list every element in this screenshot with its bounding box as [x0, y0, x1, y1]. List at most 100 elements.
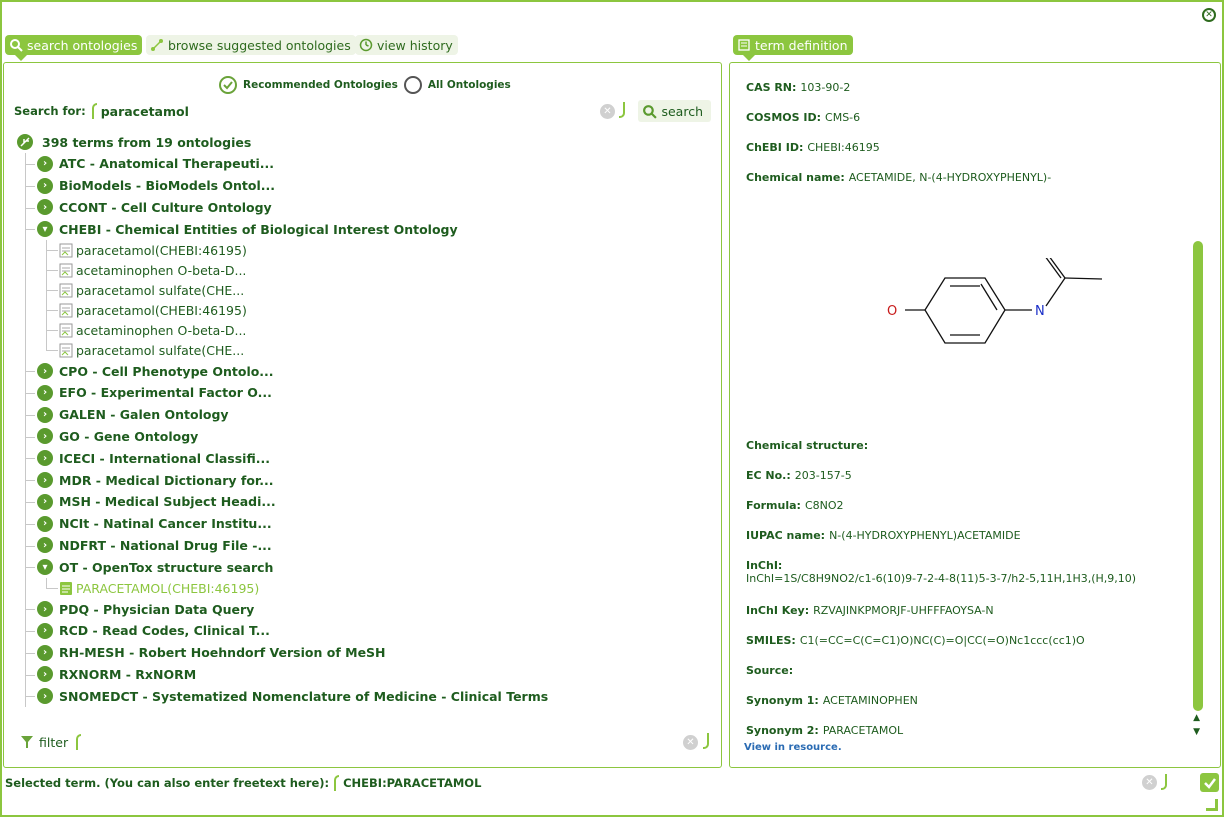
search-input[interactable] — [100, 103, 581, 119]
expand-icon[interactable]: › — [37, 601, 53, 618]
expand-icon[interactable]: › — [37, 450, 53, 467]
view-in-resource-link[interactable]: View in resource. — [744, 742, 842, 753]
scrollbar-thumb[interactable] — [1193, 241, 1203, 711]
clear-filter-icon[interactable]: ✕ — [683, 735, 698, 750]
expand-icon[interactable]: › — [37, 199, 53, 216]
radio-recommended[interactable] — [219, 76, 237, 94]
term-document-icon — [59, 283, 73, 298]
definition-field: IUPAC name: N-(4-HYDROXYPHENYL)ACETAMIDE — [746, 529, 1021, 542]
tree-leaf-label: paracetamol sulfate(CHE... — [76, 282, 245, 298]
expand-icon[interactable]: › — [37, 644, 53, 661]
clear-search-icon[interactable]: ✕ — [600, 104, 615, 119]
tree-node[interactable]: › PDQ - Physician Data Query — [14, 598, 714, 620]
tree-node[interactable]: › CCONT - Cell Culture Ontology — [14, 197, 714, 219]
input-bracket-open — [76, 734, 82, 750]
selected-term-input[interactable] — [343, 776, 1044, 790]
tree-node[interactable]: › NDFRT - National Drug File -... — [14, 535, 714, 557]
tree-node[interactable]: › GALEN - Galen Ontology — [14, 404, 714, 426]
tab-browse-suggested[interactable]: browse suggested ontologies — [146, 35, 356, 55]
tree-node-label: MDR - Medical Dictionary for... — [59, 472, 274, 488]
collapse-icon[interactable]: ▾ — [37, 559, 53, 576]
tree-node-label: GO - Gene Ontology — [59, 428, 199, 444]
close-button[interactable]: ✕ — [1202, 8, 1216, 22]
tab-view-history[interactable]: view history — [355, 35, 458, 55]
tree-node[interactable]: › RXNORM - RxNORM — [14, 664, 714, 686]
definition-field: Chemical name: ACETAMIDE, N-(4-HYDROXYPHE… — [746, 171, 1051, 184]
definition-field: Source: — [746, 664, 797, 677]
filter-input[interactable] — [85, 734, 646, 750]
ontology-branch-icon — [17, 134, 33, 150]
tree-node-label: EFO - Experimental Factor O... — [59, 385, 272, 401]
term-document-icon — [59, 323, 73, 338]
tree-node[interactable]: › MDR - Medical Dictionary for... — [14, 469, 714, 491]
tree-node[interactable]: › NCIt - Natinal Cancer Institu... — [14, 513, 714, 535]
resize-handle[interactable] — [1206, 799, 1218, 811]
expand-icon[interactable]: › — [37, 177, 53, 194]
tree-node[interactable]: › CPO - Cell Phenotype Ontolo... — [14, 360, 714, 382]
tree-node[interactable]: › ICECI - International Classifi... — [14, 447, 714, 469]
tree-leaf-term[interactable]: acetaminophen O-beta-D... — [14, 320, 714, 340]
expand-icon[interactable]: › — [37, 406, 53, 423]
expand-icon[interactable]: › — [37, 537, 53, 554]
search-row: Search for: ✕ search — [14, 100, 711, 122]
tree-node[interactable]: › MSH - Medical Subject Headi... — [14, 491, 714, 513]
selected-term-row: Selected term. (You can also enter freet… — [5, 772, 1180, 794]
expand-icon[interactable]: › — [37, 384, 53, 401]
definition-field: SMILES: C1(=CC=C(C=C1)O)NC(C)=O|CC(=O)Nc1… — [746, 634, 1085, 647]
term-document-icon — [59, 303, 73, 318]
definition-field: COSMOS ID: CMS-6 — [746, 111, 860, 124]
definition-field-key: InChI: — [746, 559, 783, 572]
expand-icon[interactable]: › — [37, 666, 53, 683]
tree-leaf-term[interactable]: PARACETAMOL(CHEBI:46195) — [14, 578, 714, 598]
tab-search-ontologies[interactable]: search ontologies — [5, 35, 143, 61]
definition-field-key: Chemical structure: — [746, 439, 869, 452]
tree-node[interactable]: › SNOMEDCT - Systematized Nomenclature of… — [14, 685, 714, 707]
definition-field: Synonym 2: PARACETAMOL — [746, 724, 903, 737]
tree-node-label: MSH - Medical Subject Headi... — [59, 494, 276, 510]
filter-icon — [21, 736, 33, 748]
tree-node[interactable]: ▾ CHEBI - Chemical Entities of Biological… — [14, 218, 714, 240]
tree-leaf-term[interactable]: paracetamol(CHEBI:46195) — [14, 240, 714, 260]
tree-leaf-label: paracetamol(CHEBI:46195) — [76, 242, 247, 258]
definition-field: InChI Key: RZVAJINKPMORJF-UHFFFAOYSA-N — [746, 604, 994, 617]
expand-icon[interactable]: › — [37, 428, 53, 445]
tree-node[interactable]: › GO - Gene Ontology — [14, 426, 714, 448]
expand-icon[interactable]: › — [37, 622, 53, 639]
tree-node[interactable]: › BioModels - BioModels Ontol... — [14, 175, 714, 197]
tab-label: view history — [377, 37, 453, 53]
magnifier-icon — [643, 104, 658, 119]
expand-icon[interactable]: › — [37, 472, 53, 489]
tree-node-list: › ATC - Anatomical Therapeuti... › BioModel… — [14, 153, 714, 707]
tree-node-label: NCIt - Natinal Cancer Institu... — [59, 516, 272, 532]
expand-icon[interactable]: › — [37, 363, 53, 380]
tree-node-label: OT - OpenTox structure search — [59, 559, 274, 575]
clear-selected-term-icon[interactable]: ✕ — [1142, 775, 1157, 790]
tab-term-definition[interactable]: term definition — [733, 35, 853, 61]
expand-icon[interactable]: › — [37, 493, 53, 510]
scroll-down-arrow-icon[interactable]: ▼ — [1193, 727, 1200, 737]
expand-icon[interactable]: › — [37, 688, 53, 705]
tree-leaf-term[interactable]: paracetamol sulfate(CHE... — [14, 340, 714, 360]
definition-field-key: Synonym 1: — [746, 694, 819, 707]
expand-icon[interactable]: › — [37, 515, 53, 532]
tree-node[interactable]: › ATC - Anatomical Therapeuti... — [14, 153, 714, 175]
scroll-up-arrow-icon[interactable]: ▲ — [1193, 713, 1200, 723]
expand-icon[interactable]: › — [37, 155, 53, 172]
tree-leaf-term[interactable]: paracetamol sulfate(CHE... — [14, 280, 714, 300]
radio-all[interactable] — [403, 76, 422, 94]
definition-field-key: ChEBI ID: — [746, 141, 804, 154]
tree-node[interactable]: › RH-MESH - Robert Hoehndorf Version of M… — [14, 642, 714, 664]
tree-node[interactable]: › EFO - Experimental Factor O... — [14, 382, 714, 404]
tree-node[interactable]: › RCD - Read Codes, Clinical T... — [14, 620, 714, 642]
tree-leaf-term[interactable]: acetaminophen O-beta-D... — [14, 260, 714, 280]
tree-leaf-term[interactable]: paracetamol(CHEBI:46195) — [14, 300, 714, 320]
collapse-icon[interactable]: ▾ — [37, 221, 53, 238]
confirm-button[interactable] — [1200, 773, 1219, 792]
chemical-structure-image: N O O — [887, 258, 1103, 344]
search-button[interactable]: search — [638, 100, 711, 122]
tree-node-label: CCONT - Cell Culture Ontology — [59, 199, 272, 215]
tree-node-label: SNOMEDCT - Systematized Nomenclature of … — [59, 688, 549, 704]
tree-root: 398 terms from 19 ontologies — [14, 131, 714, 153]
tree-node-label: CPO - Cell Phenotype Ontolo... — [59, 363, 274, 379]
tree-node[interactable]: ▾ OT - OpenTox structure search — [14, 556, 714, 578]
